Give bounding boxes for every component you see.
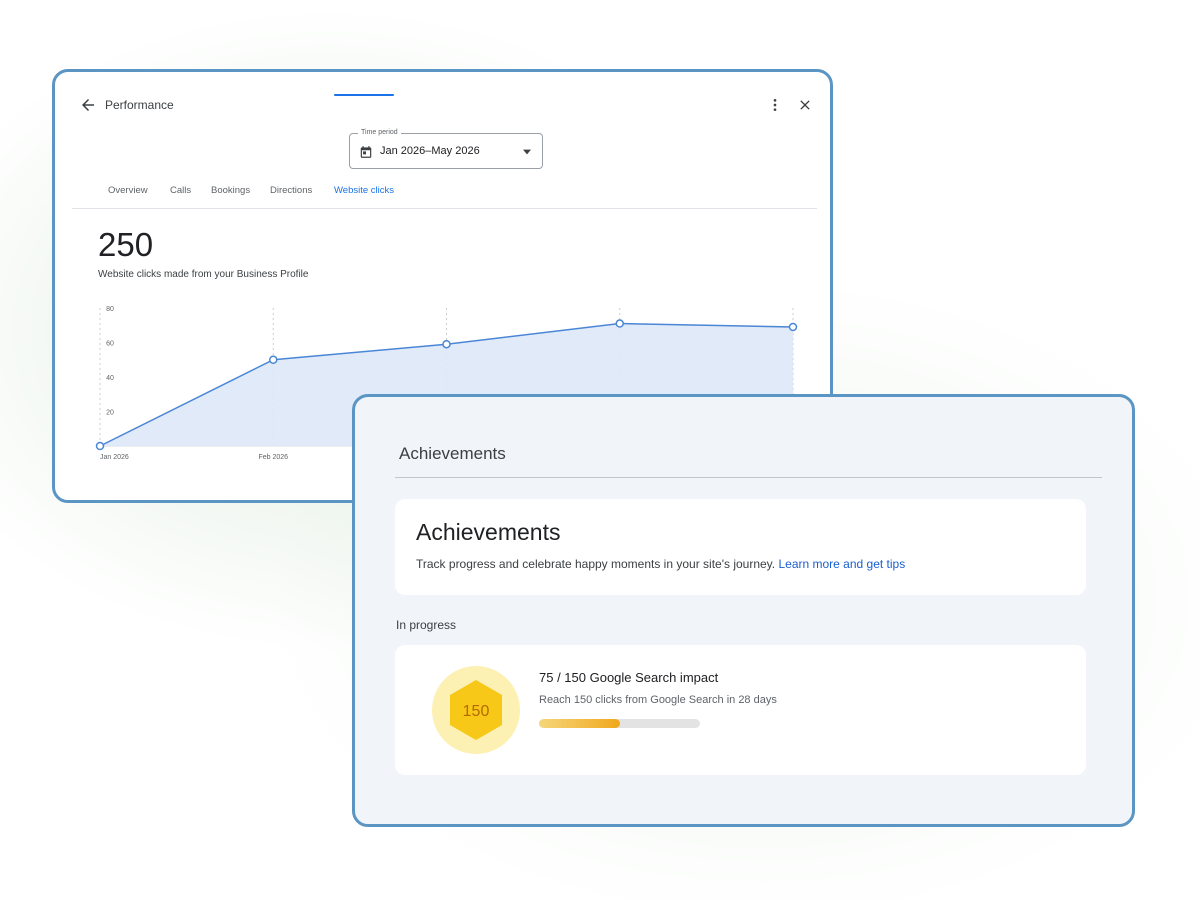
achievement-progress-bar — [539, 719, 700, 728]
achievements-header: Achievements — [399, 444, 506, 463]
badge-value: 150 — [463, 703, 490, 720]
chart-data-point — [269, 355, 278, 364]
achievements-intro-title: Achievements — [416, 519, 561, 545]
chart-y-tick-label: 20 — [106, 410, 114, 417]
chart-y-tick-label: 40 — [106, 375, 114, 382]
chart-x-tick-label: Jan 2026 — [100, 454, 129, 461]
hexagon-badge-icon: 150 — [432, 666, 520, 754]
chart-data-point — [615, 319, 624, 328]
achievement-subtitle: Reach 150 clicks from Google Search in 2… — [539, 694, 777, 706]
achievements-intro-text: Track progress and celebrate happy momen… — [416, 557, 905, 571]
achievements-panel: Achievements Achievements Track progress… — [352, 394, 1135, 827]
in-progress-label: In progress — [396, 618, 457, 632]
achievement-progress-fill — [539, 719, 620, 728]
chart-data-point — [442, 339, 451, 349]
chart-data-point — [788, 322, 798, 332]
achievements-divider — [395, 477, 1102, 478]
achievement-title: 75 / 150 Google Search impact — [539, 670, 719, 685]
achievement-progress-card[interactable]: 150 75 / 150 Google Search impact Reach … — [395, 645, 1086, 775]
achievements-intro-card: Achievements Track progress and celebrat… — [395, 499, 1086, 595]
chart-y-tick-label: 60 — [106, 341, 114, 348]
chart-y-tick-label: 80 — [106, 306, 114, 313]
chart-data-point — [95, 441, 105, 451]
chart-x-tick-label: Feb 2026 — [258, 454, 288, 461]
intro-description: Track progress and celebrate happy momen… — [416, 557, 776, 571]
learn-more-link[interactable]: Learn more and get tips — [778, 557, 905, 571]
